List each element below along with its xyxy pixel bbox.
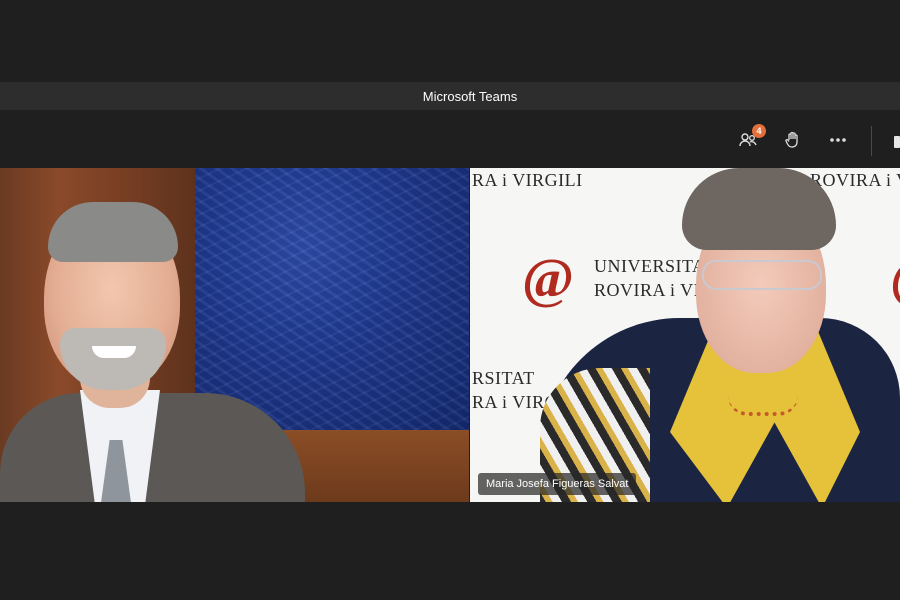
participant-name-label: Maria Josefa Figueras Salvat [478,473,637,495]
window-title: Microsoft Teams [422,88,518,104]
university-logo-icon: @ [890,251,900,307]
participant-hair [48,202,178,262]
video-tile-participant-1[interactable] [0,168,469,502]
raise-hand-icon [785,131,798,148]
backdrop-text: RA i VIRGILI [472,170,583,190]
participants-count-badge: 4 [752,124,766,138]
video-tile-participant-2[interactable]: RA i VIRGILI ROVIRA i VIRGILI @ UNIVERSI… [470,168,900,502]
toolbar-divider [871,126,872,156]
backdrop-text: RSITAT [472,368,535,388]
participant-glasses [702,260,822,290]
background-blue-artwork [195,168,469,430]
university-logo-icon: @ [522,248,575,310]
participant-smile [92,346,136,358]
backdrop-text: ROVIRA i VIRGILI [810,170,900,190]
more-options-button[interactable] [824,126,852,154]
meeting-control-bar: 4 [0,112,900,168]
raise-hand-button[interactable] [779,126,807,154]
more-options-icon [830,138,846,142]
backdrop-text: ROVIRA i VI [594,280,701,300]
participants-button[interactable]: 4 [734,124,766,154]
window-title-bar: Microsoft Teams [0,82,900,110]
participant-necklace [728,396,798,416]
camera-button-partial[interactable] [894,136,900,148]
participant-hair [682,168,836,250]
